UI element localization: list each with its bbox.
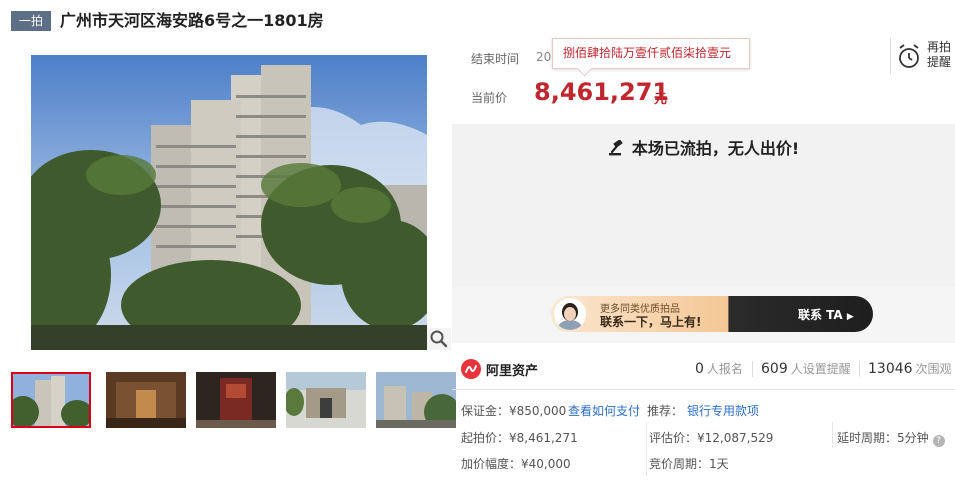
magnifier-icon[interactable]	[427, 328, 451, 350]
bid-increment: 加价幅度：¥40,000	[461, 457, 571, 471]
main-photo[interactable]	[11, 55, 451, 350]
end-time-value: 20	[536, 50, 552, 64]
auction-info: 结束时间 20 捌佰肆拾陆万壹仟贰佰柒拾壹元 当前价 8,461,271 元 再…	[452, 38, 955, 123]
reminder-label: 再拍提醒	[927, 40, 952, 69]
thumbnail-strip	[11, 372, 456, 430]
thumbnail-2[interactable]	[106, 372, 186, 428]
help-icon[interactable]: ?	[932, 435, 945, 447]
detail-divider	[832, 422, 833, 448]
deposit: 保证金：¥850,000	[461, 404, 567, 418]
price-in-words-tooltip: 捌佰肆拾陆万壹仟贰佰柒拾壹元	[552, 38, 750, 69]
how-to-pay-link[interactable]: 查看如何支付	[568, 402, 640, 419]
current-price: 8,461,271	[534, 78, 670, 106]
auction-round-badge: 一拍	[11, 11, 51, 31]
re-auction-reminder-button[interactable]: 再拍提醒	[890, 38, 955, 74]
brand-name: 阿里资产	[486, 364, 539, 379]
end-time-label: 结束时间	[471, 52, 520, 66]
building-photo	[31, 55, 427, 350]
thumbnail-4[interactable]	[286, 372, 366, 428]
thumbnail-5[interactable]	[376, 372, 456, 428]
start-price: 起拍价：¥8,461,271	[461, 431, 578, 445]
divider	[752, 361, 753, 377]
reminders-count: 609 人设置提醒	[761, 361, 851, 377]
title-bar: 一拍 广州市天河区海安路6号之一1801房	[0, 0, 955, 42]
stats-row: 阿里资产 0 人报名 609 人设置提醒 13046 次围观	[452, 348, 955, 390]
price-unit: 元	[654, 92, 668, 107]
thumbnail-1[interactable]	[11, 372, 91, 428]
gavel-icon	[608, 140, 623, 156]
page-title: 广州市天河区海安路6号之一1801房	[60, 11, 324, 30]
current-price-label: 当前价	[471, 91, 508, 105]
contact-button-label: 联系 TA	[798, 308, 843, 322]
contact-agent-banner[interactable]: 更多同类优质拍品 联系一下，马上有! 联系 TA ▶	[551, 296, 873, 332]
appraisal-price: 评估价：¥12,087,529	[649, 431, 774, 445]
views-count: 13046 次围观	[868, 361, 952, 377]
alarm-clock-icon	[899, 44, 919, 68]
delay-period: 延时周期：5分钟?	[837, 429, 945, 447]
bank-payment-link[interactable]: 银行专用款项	[687, 402, 759, 419]
divider	[859, 361, 860, 377]
signups-count: 0 人报名	[695, 361, 743, 377]
ali-assets-logo-icon	[461, 359, 481, 379]
contact-ta-button[interactable]: 联系 TA ▶	[798, 306, 854, 323]
thumbnail-3[interactable]	[196, 372, 276, 428]
recommend-label: 推荐：	[647, 404, 684, 418]
contact-main-text: 联系一下，马上有!	[600, 315, 702, 329]
status-message: 本场已流拍，无人出价!	[452, 135, 955, 159]
auction-details: 保证金：¥850,000 查看如何支付 推荐： 银行专用款项 起拍价：¥8,46…	[452, 395, 955, 501]
status-text: 本场已流拍，无人出价!	[631, 139, 800, 158]
bidding-cycle: 竞价周期：1天	[649, 457, 729, 471]
play-arrow-icon: ▶	[846, 312, 854, 322]
agent-avatar	[554, 298, 586, 330]
auction-status-panel: 本场已流拍，无人出价!	[452, 124, 955, 287]
